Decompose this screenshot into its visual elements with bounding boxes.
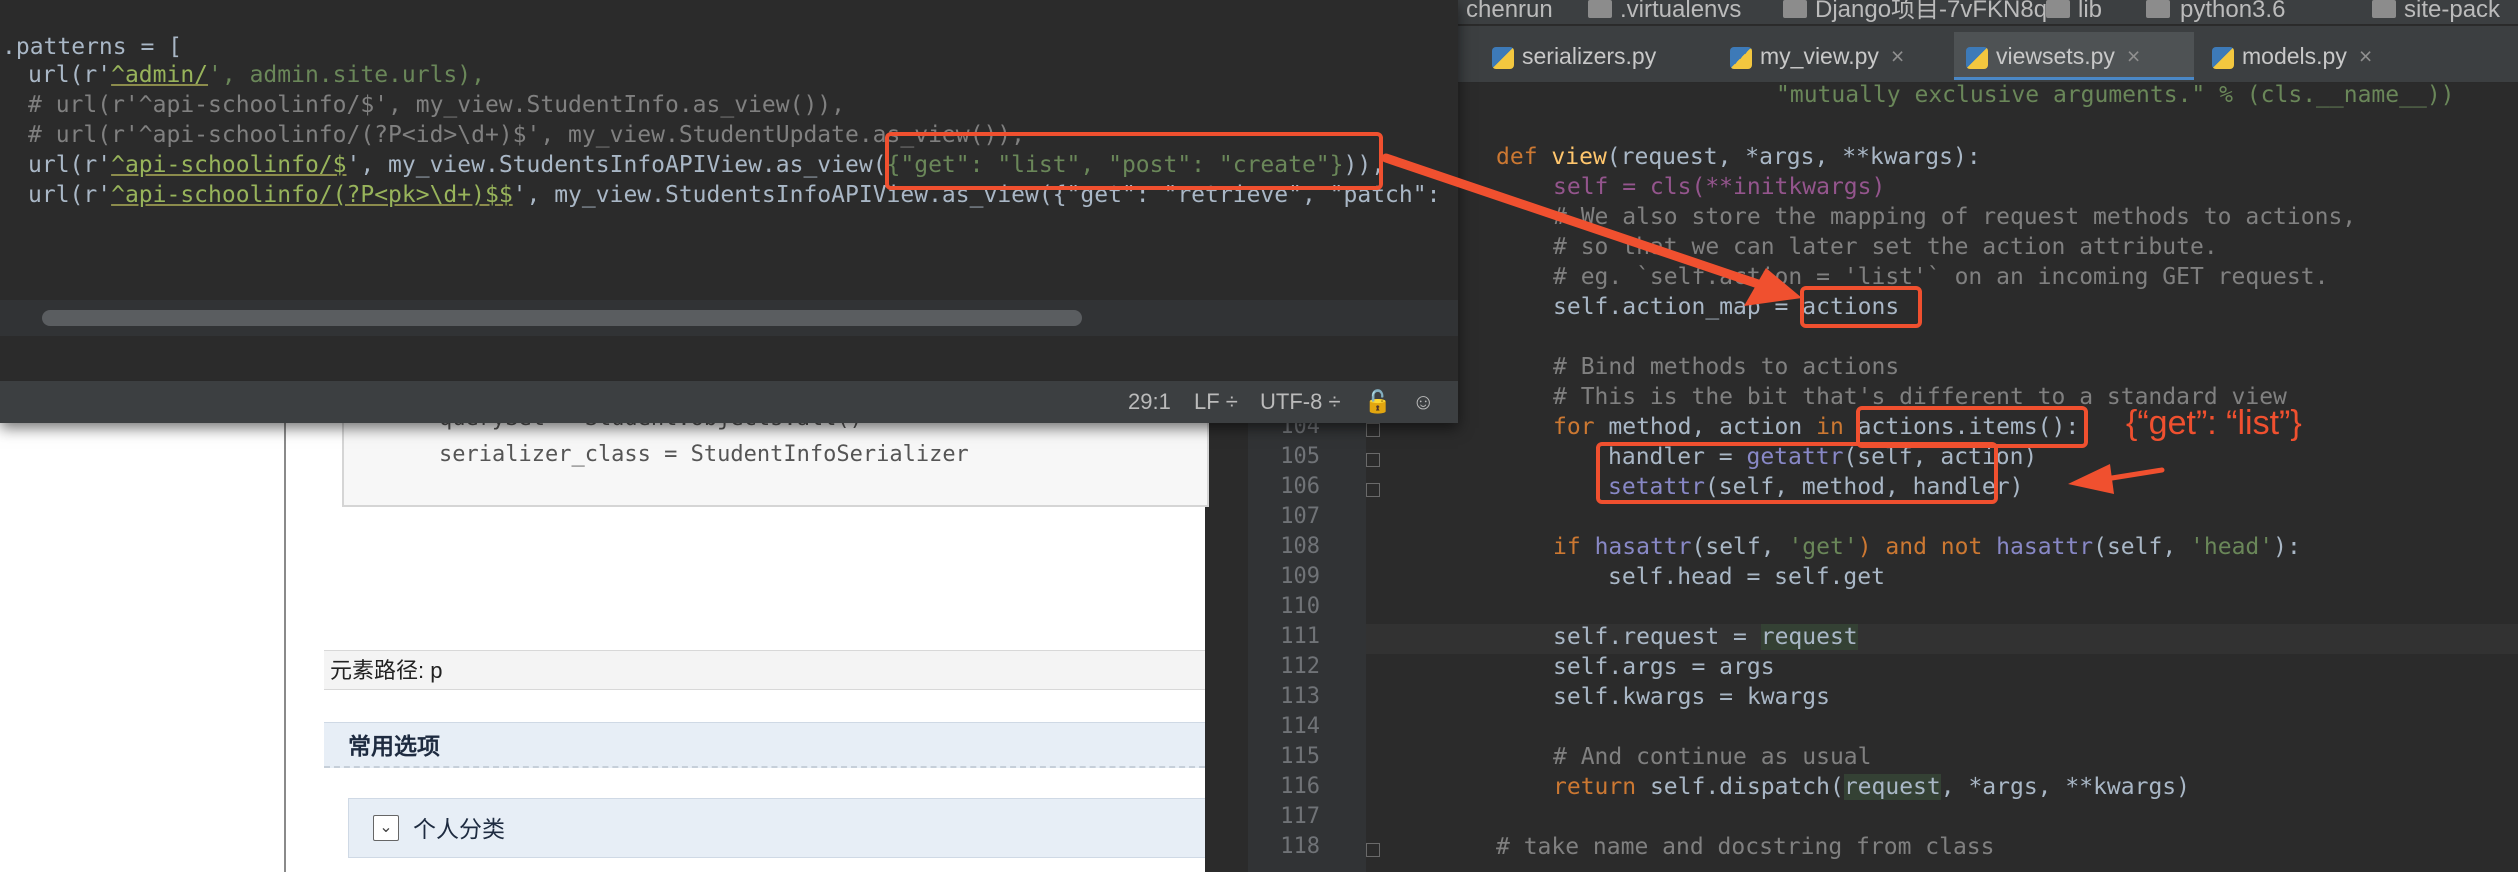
- tab-label: serializers.py: [1522, 43, 1657, 69]
- folder-icon: [1783, 0, 1807, 18]
- current-line-highlight: [1366, 624, 2518, 654]
- lock-icon[interactable]: 🔓: [1364, 389, 1391, 415]
- cursor-position[interactable]: 29:1: [1128, 389, 1171, 415]
- code-preview-box: querySet = Student.objects.all() seriali…: [342, 406, 1209, 507]
- annotation-box-actions: [1800, 286, 1922, 328]
- code-line: self.request = request: [1553, 624, 1858, 650]
- python-file-icon: [1966, 46, 1988, 69]
- line-number: 113: [1280, 684, 1320, 709]
- line-number: 112: [1280, 654, 1320, 679]
- fold-marker-icon[interactable]: [1366, 483, 1380, 497]
- code-comment: # url(r'^api-schoolinfo/$', my_view.Stud…: [28, 92, 845, 118]
- line-number: 114: [1280, 714, 1320, 739]
- line-number: 111: [1280, 624, 1320, 649]
- tab-label: viewsets.py: [1996, 43, 2115, 69]
- close-icon[interactable]: ×: [2127, 43, 2140, 69]
- code-line: return self.dispatch(request, *args, **k…: [1553, 774, 2190, 800]
- annotation-text: {“get”: “list”}: [2126, 404, 2302, 442]
- folder-icon: [1588, 0, 1612, 18]
- line-number: 108: [1280, 534, 1320, 559]
- line-number: 116: [1280, 774, 1320, 799]
- line-number: 110: [1280, 594, 1320, 619]
- code-line: self.kwargs = kwargs: [1553, 684, 1830, 710]
- line-number: 118: [1280, 834, 1320, 859]
- code-line: self = cls(**initkwargs): [1553, 174, 1886, 200]
- urls-editor-window: .patterns = [ url(r'^admin/', admin.site…: [0, 0, 1458, 423]
- code-line: .patterns = [: [2, 34, 183, 60]
- close-icon[interactable]: ×: [2359, 43, 2372, 69]
- scrollbar-thumb[interactable]: [42, 310, 1082, 326]
- personal-category-toggle[interactable]: ⌄ 个人分类: [348, 798, 1205, 858]
- code-comment: # url(r'^api-schoolinfo/(?P<id>\d+)$', m…: [28, 122, 1025, 148]
- tab-label: my_view.py: [1760, 43, 1879, 69]
- tab-serializers[interactable]: serializers.py: [1480, 32, 1712, 80]
- line-number: 107: [1280, 504, 1320, 529]
- python-file-icon: [1492, 46, 1514, 69]
- fold-marker-icon[interactable]: [1366, 453, 1380, 467]
- code-preview-line: serializer_class = StudentInfoSerializer: [439, 442, 969, 467]
- blog-editor-page: querySet = Student.objects.all() seriali…: [0, 406, 1209, 872]
- annotation-box-actions-dict: [885, 132, 1383, 190]
- breadcrumb-item[interactable]: chenrun: [1466, 0, 1553, 22]
- folder-icon: [2046, 0, 2070, 18]
- fold-marker-icon[interactable]: [1366, 423, 1380, 437]
- fold-marker-icon[interactable]: [1366, 843, 1380, 857]
- code-comment: # Bind methods to actions: [1553, 354, 1900, 380]
- tab-viewsets[interactable]: viewsets.py ×: [1954, 32, 2194, 80]
- close-icon[interactable]: ×: [1891, 43, 1904, 69]
- breadcrumb-item[interactable]: python3.6: [2180, 0, 2285, 22]
- breadcrumb-item[interactable]: site-pack: [2404, 0, 2500, 22]
- page-left-sidebar: [0, 410, 286, 872]
- horizontal-scrollbar[interactable]: [0, 300, 1458, 336]
- line-number: 117: [1280, 804, 1320, 829]
- line-separator[interactable]: LF ÷: [1194, 389, 1238, 415]
- expand-icon: ⌄: [373, 815, 399, 841]
- line-number: 105: [1280, 444, 1320, 469]
- code-line: def view(request, *args, **kwargs):: [1496, 144, 1981, 170]
- breadcrumb-item[interactable]: Django项目-7vFKN8q9: [1815, 0, 2060, 22]
- code-comment: # We also store the mapping of request m…: [1553, 204, 2357, 230]
- common-options-header[interactable]: 常用选项: [324, 722, 1205, 768]
- code-line: self.args = args: [1553, 654, 1775, 680]
- file-encoding[interactable]: UTF-8 ÷: [1260, 389, 1341, 415]
- code-line: "mutually exclusive arguments." % (cls._…: [1776, 82, 2455, 108]
- code-line: self.head = self.get: [1608, 564, 1885, 590]
- breadcrumb-item[interactable]: .virtualenvs: [1620, 0, 1741, 22]
- line-number: 106: [1280, 474, 1320, 499]
- code-comment: # take name and docstring from class: [1496, 834, 1995, 860]
- folder-icon: [2146, 0, 2170, 18]
- line-number: 115: [1280, 744, 1320, 769]
- python-file-icon: [2212, 46, 2234, 69]
- element-path: 元素路径: p: [324, 650, 1205, 690]
- tab-my-view[interactable]: my_view.py ×: [1718, 32, 1948, 80]
- code-line: url(r'^admin/', admin.site.urls),: [28, 62, 485, 88]
- tab-label: models.py: [2242, 43, 2347, 69]
- code-line: if hasattr(self, 'get') and not hasattr(…: [1553, 534, 2301, 560]
- folder-icon: [2372, 0, 2396, 18]
- inspector-icon[interactable]: ☺: [1412, 389, 1434, 415]
- code-comment: # so that we can later set the action at…: [1553, 234, 2218, 260]
- line-number: 109: [1280, 564, 1320, 589]
- code-comment: # eg. `self.action = 'list'` on an incom…: [1553, 264, 2329, 290]
- python-file-icon: [1730, 46, 1752, 69]
- breadcrumb-item[interactable]: lib: [2078, 0, 2102, 22]
- personal-category-label: 个人分类: [413, 816, 505, 842]
- code-comment: # And continue as usual: [1553, 744, 1872, 770]
- tab-models[interactable]: models.py ×: [2200, 32, 2410, 80]
- status-bar: 29:1 LF ÷ UTF-8 ÷ 🔓 ☺: [0, 380, 1458, 423]
- annotation-box-handler: [1596, 442, 1998, 504]
